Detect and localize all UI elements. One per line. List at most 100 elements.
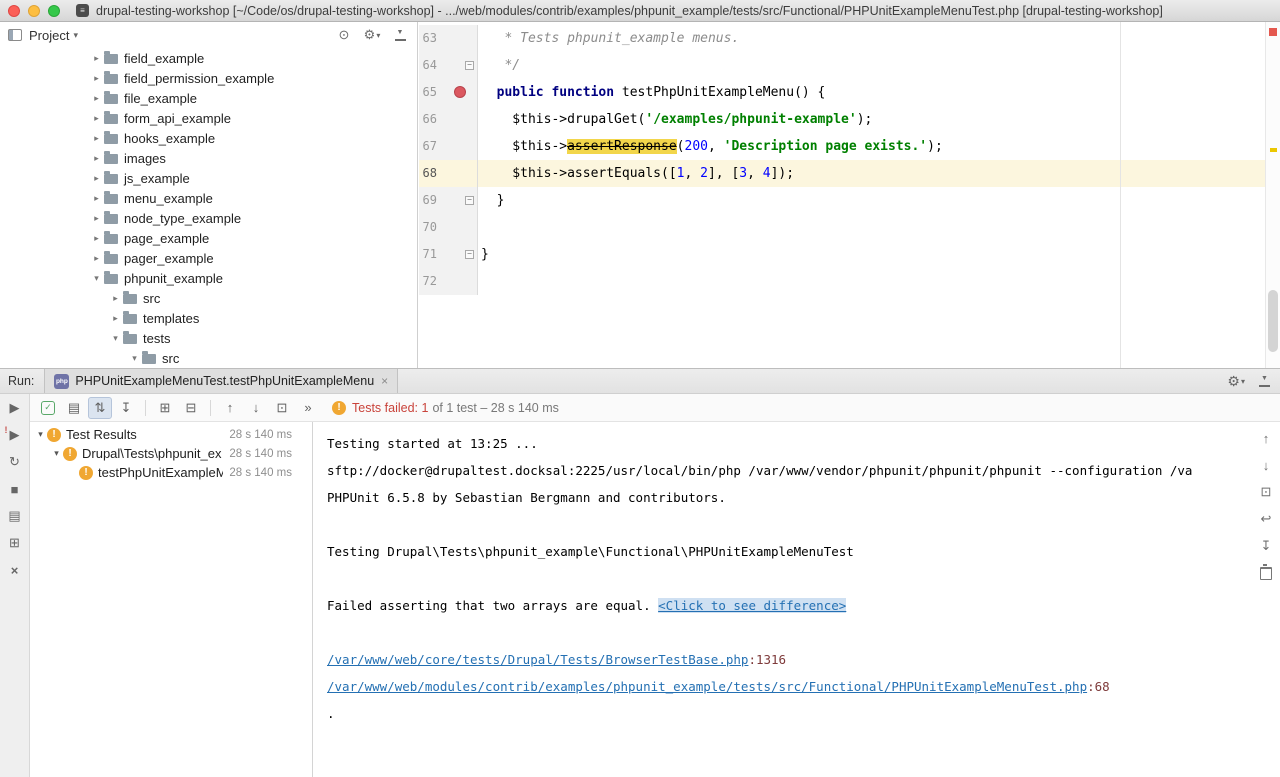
run-tab[interactable]: php PHPUnitExampleMenuTest.testPhpUnitEx… xyxy=(44,369,398,393)
gutter-line-number[interactable]: 69− xyxy=(419,187,478,214)
toggle-autotest-icon[interactable]: ↻ xyxy=(5,454,25,470)
fold-marker-icon[interactable]: − xyxy=(465,196,474,205)
sort-by-duration-icon[interactable]: ↧ xyxy=(114,397,138,419)
editor-line[interactable]: 64− */ xyxy=(419,52,1265,79)
chevron-right-icon[interactable]: ▸ xyxy=(90,193,103,204)
code-text[interactable]: $this->assertEquals([1, 2], [3, 4]); xyxy=(478,160,1265,187)
see-difference-link[interactable]: <Click to see difference> xyxy=(658,598,846,613)
gear-icon[interactable]: ⚙▾ xyxy=(363,26,381,44)
code-text[interactable]: $this->assertResponse(200, 'Description … xyxy=(478,133,1265,160)
gutter-line-number[interactable]: 63 xyxy=(419,25,478,52)
chevron-down-icon[interactable]: ▾ xyxy=(109,333,122,344)
editor-line[interactable]: 65 public function testPhpUnitExampleMen… xyxy=(419,79,1265,106)
editor-line[interactable]: 66 $this->drupalGet('/examples/phpunit-e… xyxy=(419,106,1265,133)
tree-item-page_example[interactable]: ▸page_example xyxy=(0,228,417,248)
editor-line[interactable]: 63 * Tests phpunit_example menus. xyxy=(419,25,1265,52)
navigate-down-icon[interactable]: ↓ xyxy=(1256,457,1276,473)
code-text[interactable]: } xyxy=(478,187,1265,214)
navigate-up-icon[interactable]: ↑ xyxy=(1256,430,1276,446)
chevron-down-icon[interactable]: ▾ xyxy=(50,448,63,459)
editor-line[interactable]: 71−} xyxy=(419,241,1265,268)
chevron-down-icon[interactable]: ▾ xyxy=(34,429,47,440)
test-tree-item[interactable]: ▾!Test Results28 s 140 ms xyxy=(30,425,312,444)
gutter-line-number[interactable]: 66 xyxy=(419,106,478,133)
chevron-right-icon[interactable]: ▸ xyxy=(90,53,103,64)
show-passed-icon[interactable]: ✓ xyxy=(41,401,55,415)
hide-panel-icon[interactable] xyxy=(391,26,409,44)
soft-wrap-icon[interactable]: ↩ xyxy=(1256,511,1276,527)
rerun-icon[interactable]: ▶ xyxy=(5,400,25,416)
tree-item-form_api_example[interactable]: ▸form_api_example xyxy=(0,108,417,128)
file-link[interactable]: /var/www/web/modules/contrib/examples/ph… xyxy=(327,679,1087,694)
tree-item-src[interactable]: ▾src xyxy=(0,348,417,368)
gear-icon[interactable]: ⚙▾ xyxy=(1227,373,1245,390)
rerun-failed-icon[interactable]: ▶! xyxy=(5,427,25,443)
editor-scrollbar[interactable] xyxy=(1265,22,1280,368)
warning-stripe-mark[interactable] xyxy=(1270,148,1277,152)
tree-item-field_permission_example[interactable]: ▸field_permission_example xyxy=(0,68,417,88)
chevron-right-icon[interactable]: ▸ xyxy=(90,253,103,264)
tree-item-menu_example[interactable]: ▸menu_example xyxy=(0,188,417,208)
gutter-line-number[interactable]: 65 xyxy=(419,79,478,106)
chevron-right-icon[interactable]: ▸ xyxy=(90,173,103,184)
code-text[interactable]: $this->drupalGet('/examples/phpunit-exam… xyxy=(478,106,1265,133)
more-options-icon[interactable]: » xyxy=(296,397,320,419)
gutter-line-number[interactable]: 68 xyxy=(419,160,478,187)
chevron-right-icon[interactable]: ▸ xyxy=(90,153,103,164)
file-link[interactable]: /var/www/web/core/tests/Drupal/Tests/Bro… xyxy=(327,652,748,667)
fold-marker-icon[interactable]: − xyxy=(465,250,474,259)
scrollbar-thumb[interactable] xyxy=(1268,290,1278,352)
code-text[interactable]: * Tests phpunit_example menus. xyxy=(478,25,1265,52)
editor[interactable]: 63 * Tests phpunit_example menus.64− */6… xyxy=(419,22,1265,368)
chevron-right-icon[interactable]: ▸ xyxy=(90,73,103,84)
chevron-right-icon[interactable]: ▸ xyxy=(90,113,103,124)
tree-item-js_example[interactable]: ▸js_example xyxy=(0,168,417,188)
locate-icon[interactable]: ⊙ xyxy=(335,26,353,44)
test-tree-item[interactable]: !testPhpUnitExampleM28 s 140 ms xyxy=(30,463,312,482)
chevron-right-icon[interactable]: ▸ xyxy=(90,213,103,224)
stop-icon[interactable]: ■ xyxy=(5,481,25,497)
code-text[interactable] xyxy=(478,268,1265,295)
chevron-right-icon[interactable]: ▸ xyxy=(90,233,103,244)
collapse-all-icon[interactable]: ⊟ xyxy=(179,397,203,419)
restore-layout-icon[interactable]: ⊞ xyxy=(5,535,25,551)
chevron-right-icon[interactable]: ▸ xyxy=(90,93,103,104)
editor-line[interactable]: 67 $this->assertResponse(200, 'Descripti… xyxy=(419,133,1265,160)
close-tab-icon[interactable]: × xyxy=(381,374,388,388)
editor-line[interactable]: 69− } xyxy=(419,187,1265,214)
tree-item-file_example[interactable]: ▸file_example xyxy=(0,88,417,108)
tree-item-templates[interactable]: ▸templates xyxy=(0,308,417,328)
gutter-line-number[interactable]: 64− xyxy=(419,52,478,79)
chevron-down-icon[interactable]: ▾ xyxy=(90,273,103,284)
minimize-window-button[interactable] xyxy=(28,5,40,17)
scroll-to-end-icon[interactable]: ↧ xyxy=(1256,538,1276,554)
gutter-line-number[interactable]: 70 xyxy=(419,214,478,241)
export-console-icon[interactable]: ⊡ xyxy=(1256,484,1276,500)
clear-console-icon[interactable] xyxy=(1256,565,1276,581)
close-window-button[interactable] xyxy=(8,5,20,17)
editor-line[interactable]: 68 $this->assertEquals([1, 2], [3, 4]); xyxy=(419,160,1265,187)
chevron-down-icon[interactable]: ▾ xyxy=(128,353,141,364)
code-text[interactable]: public function testPhpUnitExampleMenu()… xyxy=(478,79,1265,106)
chevron-right-icon[interactable]: ▸ xyxy=(109,293,122,304)
tree-item-hooks_example[interactable]: ▸hooks_example xyxy=(0,128,417,148)
gutter-line-number[interactable]: 72 xyxy=(419,268,478,295)
code-text[interactable] xyxy=(478,214,1265,241)
tree-item-images[interactable]: ▸images xyxy=(0,148,417,168)
tree-item-pager_example[interactable]: ▸pager_example xyxy=(0,248,417,268)
console-output[interactable]: Testing started at 13:25 ...sftp://docke… xyxy=(314,422,1252,777)
tree-item-field_example[interactable]: ▸field_example xyxy=(0,48,417,68)
tree-item-phpunit_example[interactable]: ▾phpunit_example xyxy=(0,268,417,288)
tree-item-tests[interactable]: ▾tests xyxy=(0,328,417,348)
tree-item-node_type_example[interactable]: ▸node_type_example xyxy=(0,208,417,228)
editor-line[interactable]: 72 xyxy=(419,268,1265,295)
test-tree-item[interactable]: ▾!Drupal\Tests\phpunit_ex28 s 140 ms xyxy=(30,444,312,463)
gutter-line-number[interactable]: 71− xyxy=(419,241,478,268)
chevron-down-icon[interactable]: ▾ xyxy=(73,30,78,41)
zoom-window-button[interactable] xyxy=(48,5,60,17)
gutter-line-number[interactable]: 67 xyxy=(419,133,478,160)
import-test-results-icon[interactable]: ⊡ xyxy=(270,397,294,419)
show-output-icon[interactable]: ▤ xyxy=(62,397,86,419)
project-panel-title[interactable]: Project xyxy=(29,28,69,43)
next-failed-test-icon[interactable]: ↓ xyxy=(244,397,268,419)
